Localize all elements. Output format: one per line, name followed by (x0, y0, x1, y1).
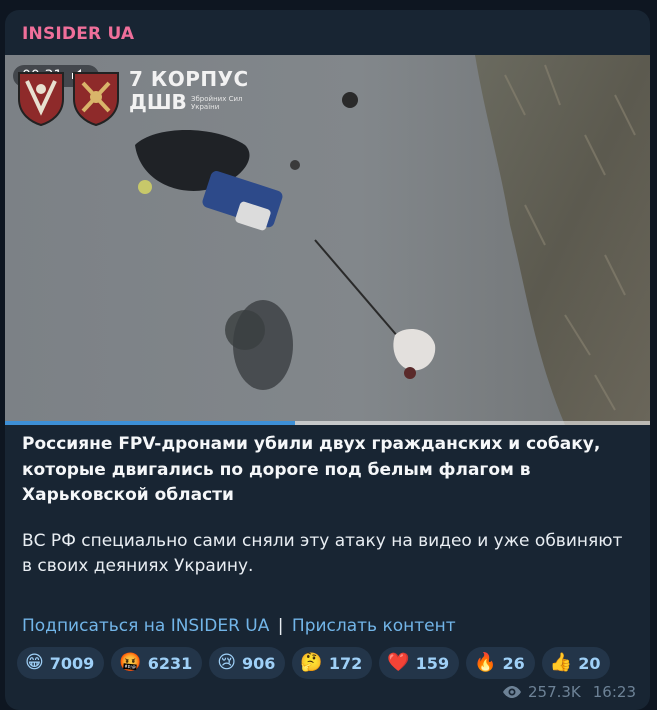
fire-icon: 🔥 (474, 652, 497, 673)
post-body: ВС РФ специально сами сняли эту атаку на… (22, 530, 623, 577)
view-count: 257.3K (527, 683, 581, 701)
crying-face-icon: 😢 (217, 652, 237, 673)
reaction-count: 172 (328, 653, 363, 673)
reaction-chip[interactable]: 👍 20 (541, 647, 611, 679)
post-meta: 257.3K 16:23 (502, 683, 636, 701)
thinking-face-icon: 🤔 (300, 652, 323, 673)
grinning-face-icon: 😁 (25, 652, 44, 673)
reaction-count: 26 (502, 653, 525, 673)
submit-content-link[interactable]: Прислать контент (292, 616, 456, 636)
corps-subtitle: ДШВ (129, 90, 187, 114)
link-separator: | (277, 616, 284, 636)
reaction-count: 159 (415, 653, 450, 673)
reaction-count: 20 (578, 653, 601, 673)
thumbs-up-icon: 👍 (549, 652, 573, 673)
reaction-chip[interactable]: 😢 906 (209, 647, 286, 679)
brigade-emblem-icon (15, 69, 67, 131)
channel-name[interactable]: INSIDER UA (22, 24, 134, 44)
eye-icon (502, 685, 522, 699)
reaction-chip[interactable]: 😁 7009 (17, 647, 105, 679)
post-links: Подписаться на INSIDER UA | Прислать кон… (22, 616, 456, 636)
reaction-count: 906 (242, 653, 276, 673)
red-heart-icon: ❤️ (387, 652, 410, 673)
channel-post: INSIDER UA 7 КОРПУС ДШВ Збройних Сил Укр… (5, 10, 650, 710)
post-caption: Россияне FPV-дронами убили двух гражданс… (22, 432, 632, 580)
video-player[interactable]: 00:31 7 КОРПУС ДШВ Збройни (5, 55, 650, 425)
reactions-bar: 😁 7009 🤬 6231 😢 906 🤔 172 ❤️ 159 🔥 26 👍 20 (17, 647, 611, 679)
subscribe-link[interactable]: Подписаться на INSIDER UA (22, 616, 269, 636)
reaction-chip[interactable]: ❤️ 159 (379, 647, 460, 679)
video-progress-fill (5, 421, 296, 425)
corps-caption: Збройних Сил України (191, 95, 243, 111)
post-time: 16:23 (592, 683, 636, 701)
post-headline: Россияне FPV-дронами убили двух гражданс… (22, 434, 601, 505)
cursing-face-icon: 🤬 (119, 652, 142, 673)
reaction-count: 6231 (147, 653, 193, 673)
corps-emblem-icon (71, 69, 121, 131)
reaction-chip[interactable]: 🔥 26 (466, 647, 535, 679)
reaction-chip[interactable]: 🤔 172 (292, 647, 373, 679)
reaction-chip[interactable]: 🤬 6231 (111, 647, 203, 679)
corps-title: 7 КОРПУС (129, 67, 249, 91)
video-progress-track[interactable] (5, 421, 650, 425)
reaction-count: 7009 (49, 653, 95, 673)
